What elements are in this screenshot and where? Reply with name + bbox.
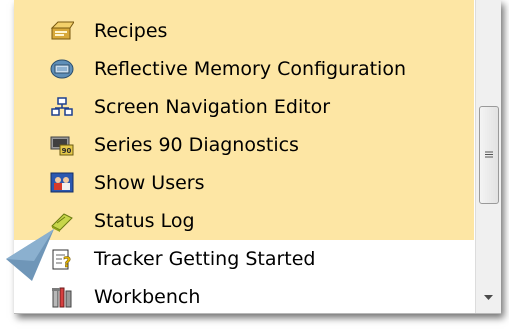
list-item-workbench[interactable]: Workbench bbox=[14, 278, 474, 313]
list-item-reflective-memory-configuration[interactable]: Reflective Memory Configuration bbox=[14, 50, 474, 88]
pointer-arrow-icon bbox=[6, 229, 54, 281]
list-item-tracker-getting-started[interactable]: ? Tracker Getting Started bbox=[14, 240, 474, 278]
list-item-status-log[interactable]: Status Log bbox=[14, 202, 474, 240]
scrollbar-thumb[interactable] bbox=[479, 106, 499, 204]
show-users-icon bbox=[50, 172, 74, 193]
vertical-scrollbar[interactable] bbox=[475, 0, 501, 313]
series-90-badge: 90 bbox=[62, 147, 72, 155]
list-item-label: Tracker Getting Started bbox=[94, 248, 316, 270]
list-item-label: Status Log bbox=[94, 210, 195, 232]
tool-list-panel: Recipes Reflective Memory Configuration … bbox=[14, 0, 501, 314]
list-item-screen-navigation-editor[interactable]: Screen Navigation Editor bbox=[14, 88, 474, 126]
list-item-show-users[interactable]: Show Users bbox=[14, 164, 474, 202]
list-item-label: Series 90 Diagnostics bbox=[94, 134, 299, 156]
scroll-down-button[interactable] bbox=[476, 289, 501, 311]
tool-list: Recipes Reflective Memory Configuration … bbox=[14, 0, 474, 313]
series-90-diagnostics-icon: 90 bbox=[50, 136, 74, 156]
list-item-series-90-diagnostics[interactable]: 90 Series 90 Diagnostics bbox=[14, 126, 474, 164]
svg-text:?: ? bbox=[63, 255, 71, 270]
workbench-icon bbox=[52, 287, 72, 308]
list-item-recipes[interactable]: Recipes bbox=[14, 12, 474, 50]
list-item-label: Workbench bbox=[94, 286, 201, 308]
list-item-label: Screen Navigation Editor bbox=[94, 96, 331, 118]
recipes-icon bbox=[50, 21, 74, 40]
chevron-down-icon bbox=[484, 295, 493, 300]
list-item-label: Recipes bbox=[94, 20, 168, 42]
list-item-label: Reflective Memory Configuration bbox=[94, 58, 407, 80]
grip-icon bbox=[485, 151, 493, 158]
list-item-label: Show Users bbox=[94, 172, 205, 194]
reflective-memory-icon bbox=[50, 59, 74, 79]
screen-navigation-icon bbox=[51, 97, 73, 116]
